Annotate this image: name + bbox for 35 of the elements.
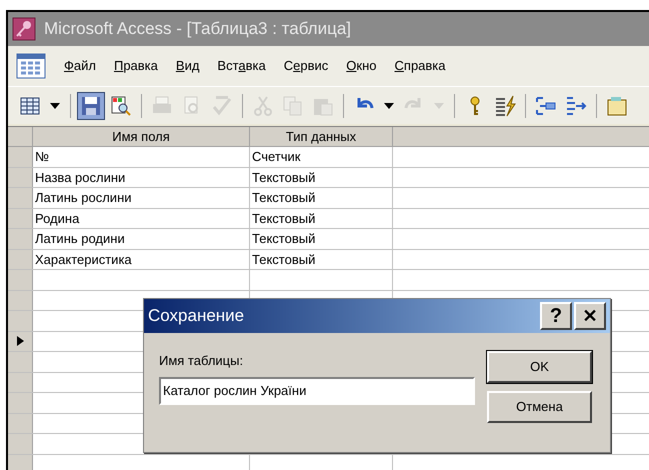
column-header: Тип данных — [250, 127, 393, 146]
table-cell-text: Текстовый — [252, 189, 316, 207]
table-cell-text: Характеристика — [35, 250, 132, 269]
menu-item[interactable]: Вид — [176, 56, 200, 76]
table-cell-text: Родина — [35, 210, 80, 228]
menu-item[interactable]: Правка — [114, 56, 158, 76]
table-cell-text: Назва рослини — [35, 168, 126, 187]
menu-item[interactable]: Вставка — [217, 56, 266, 76]
field-label: Имя таблицы: — [159, 352, 244, 370]
table-cell-text: Латинь родини — [35, 230, 125, 248]
window-title: Microsoft Access - [Таблица3 : таблица] — [44, 18, 351, 40]
close-button[interactable]: ✕ — [574, 302, 606, 330]
table-cell-text: Текстовый — [252, 210, 316, 228]
table-window-icon[interactable] — [16, 53, 46, 79]
table-cell-text: Текстовый — [252, 230, 316, 248]
help-button[interactable]: ? — [540, 302, 572, 330]
menu-item[interactable]: Файл — [64, 56, 96, 76]
current-row-icon — [16, 336, 24, 346]
table-cell-text: Текстовый — [252, 168, 316, 186]
dialog-button[interactable]: OK — [487, 351, 592, 383]
key-app-icon — [12, 17, 36, 41]
dialog-title: Сохранение — [148, 305, 246, 328]
table-cell-text: Латинь рослини — [35, 189, 132, 207]
dropdown-arrow-icon[interactable] — [50, 102, 60, 108]
dialog-button[interactable]: Отмена — [487, 391, 592, 423]
table-name-field[interactable]: Каталог рослин України — [159, 376, 475, 404]
row-selector[interactable] — [8, 332, 33, 351]
menu-item[interactable]: Справка — [394, 56, 446, 76]
table-cell-text: Текстовый — [252, 250, 316, 268]
table-cell-text: № — [35, 148, 49, 166]
table-cell-text: Счетчик — [252, 148, 300, 166]
column-header: Имя поля — [33, 127, 250, 146]
dropdown-arrow-icon[interactable] — [384, 102, 394, 108]
menu-item[interactable]: Окно — [346, 56, 377, 76]
menu-item[interactable]: Сервис — [284, 56, 328, 76]
